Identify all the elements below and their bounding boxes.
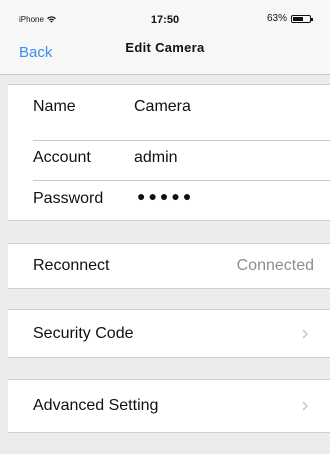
advanced-group: Advanced Setting xyxy=(8,379,330,433)
account-label: Account xyxy=(33,149,91,166)
status-bar: iPhone 17:50 63% xyxy=(0,0,330,36)
status-battery: 63% xyxy=(266,13,313,24)
password-field[interactable]: ●●●●● xyxy=(137,188,194,204)
battery-tip xyxy=(311,17,313,21)
name-label: Name xyxy=(33,98,76,115)
reconnect-group: Reconnect Connected xyxy=(8,243,330,289)
nav-bar: Back Edit Camera xyxy=(0,36,330,75)
security-code-row[interactable]: Security Code xyxy=(8,310,330,357)
credentials-group: Name Camera Account admin Password ●●●●● xyxy=(8,84,330,221)
page-title: Edit Camera xyxy=(125,40,205,55)
battery-percent: 63% xyxy=(266,13,287,24)
name-row[interactable]: Name Camera xyxy=(8,85,330,129)
reconnect-row[interactable]: Reconnect Connected xyxy=(8,244,330,288)
security-group: Security Code xyxy=(8,309,330,358)
password-label: Password xyxy=(33,190,104,207)
security-code-label: Security Code xyxy=(33,324,134,342)
account-row[interactable]: Account admin xyxy=(8,137,330,179)
battery-icon xyxy=(291,14,313,23)
name-field[interactable]: Camera xyxy=(134,98,191,116)
connection-status: Connected xyxy=(236,257,314,274)
chevron-right-icon xyxy=(302,329,308,338)
advanced-setting-row[interactable]: Advanced Setting xyxy=(8,380,330,432)
account-field[interactable]: admin xyxy=(134,149,178,167)
password-row[interactable]: Password ●●●●● xyxy=(8,179,330,219)
chevron-right-icon xyxy=(302,401,308,411)
advanced-setting-label: Advanced Setting xyxy=(33,397,159,414)
battery-fill xyxy=(293,16,303,21)
reconnect-label: Reconnect xyxy=(33,257,110,274)
